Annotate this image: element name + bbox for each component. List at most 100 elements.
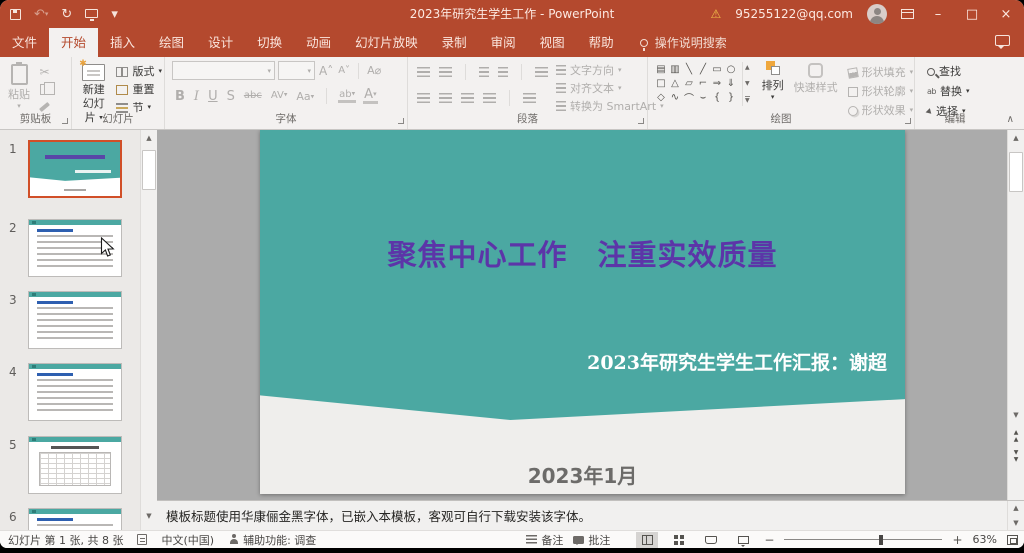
notes-scroll-down-icon[interactable]: ▼	[1008, 516, 1024, 531]
zoom-slider[interactable]	[784, 533, 942, 547]
editor-scroll-up-icon[interactable]: ▲	[1008, 130, 1024, 146]
reset-button[interactable]: 重置	[116, 82, 162, 97]
comments-toggle-button[interactable]: 批注	[573, 532, 610, 548]
thumbnail-scrollbar[interactable]: ▲ ▼	[140, 130, 157, 530]
next-slide-button[interactable]: ▼▼	[1008, 448, 1024, 466]
thumbnail-slide-4[interactable]	[28, 363, 122, 421]
align-right-icon[interactable]	[461, 93, 474, 104]
thumbnail-slide-5[interactable]	[28, 436, 122, 494]
tab-record[interactable]: 录制	[430, 28, 479, 57]
tab-view[interactable]: 视图	[528, 28, 577, 57]
font-size-combobox[interactable]: ▾	[278, 61, 315, 80]
font-dialog-launcher-icon[interactable]	[398, 118, 404, 124]
increase-font-size-icon[interactable]: A˄	[318, 65, 334, 77]
tab-slideshow[interactable]: 幻灯片放映	[343, 28, 430, 57]
zoom-slider-thumb[interactable]	[879, 535, 883, 545]
maximize-button[interactable]: □	[962, 7, 982, 22]
notes-pane[interactable]: 模板标题使用华康俪金黑字体，已嵌入本模板，客观可自行下载安装该字体。 ▲ ▼	[157, 500, 1024, 530]
tab-insert[interactable]: 插入	[98, 28, 147, 57]
current-slide[interactable]: 聚焦中心工作 注重实效质量 2023年研究生学生工作汇报：谢超 2023年1月	[260, 130, 905, 494]
numbering-icon[interactable]	[439, 67, 452, 78]
account-email[interactable]: 95255122@qq.com	[735, 7, 853, 21]
slide-counter[interactable]: 幻灯片 第 1 张, 共 8 张	[8, 532, 123, 548]
slide-date-text[interactable]: 2023年1月	[260, 460, 905, 489]
zoom-in-button[interactable]: +	[952, 533, 962, 547]
editor-scrollbar-thumb[interactable]	[1009, 152, 1023, 192]
italic-button[interactable]: I	[193, 90, 200, 103]
character-spacing-button[interactable]: AV▾	[270, 91, 289, 101]
text-shadow-button[interactable]: S	[226, 90, 236, 103]
fit-slide-to-window-icon[interactable]	[1007, 535, 1018, 545]
thumbnail-slide-1[interactable]	[28, 140, 122, 198]
justify-icon[interactable]	[483, 93, 496, 104]
clear-formatting-icon[interactable]: A⌀	[366, 65, 382, 76]
change-case-button[interactable]: Aa▾	[295, 91, 315, 102]
underline-button[interactable]: U	[207, 90, 219, 103]
editor-scrollbar[interactable]: ▲ ▼ ▲▲ ▼▼	[1007, 130, 1024, 500]
avatar[interactable]	[867, 4, 887, 24]
tab-file[interactable]: 文件	[0, 28, 49, 57]
shape-outline-button[interactable]: 形状轮廓▾	[848, 84, 914, 99]
zoom-level[interactable]: 63%	[973, 533, 997, 546]
ribbon-display-options-icon[interactable]	[901, 9, 914, 19]
paragraph-dialog-launcher-icon[interactable]	[638, 118, 644, 124]
tab-design[interactable]: 设计	[196, 28, 245, 57]
notes-toggle-button[interactable]: 备注	[526, 532, 563, 548]
thumb-scrollbar-thumb[interactable]	[142, 150, 156, 190]
tab-review[interactable]: 审阅	[479, 28, 528, 57]
quick-styles-button[interactable]: 快速样式	[794, 57, 838, 118]
slide-title-text[interactable]: 聚焦中心工作 注重实效质量	[260, 232, 905, 274]
layout-button[interactable]: 版式▾	[116, 64, 162, 79]
shape-gallery-scroll[interactable]: ▲ ▼ ▼	[742, 62, 752, 106]
warning-icon[interactable]: ⚠	[710, 7, 721, 21]
copy-icon[interactable]	[40, 84, 49, 95]
accessibility-status[interactable]: 辅助功能: 调查	[228, 532, 316, 548]
tab-home[interactable]: 开始	[49, 28, 98, 57]
bullets-icon[interactable]	[417, 67, 430, 78]
font-name-combobox[interactable]: ▾	[172, 61, 275, 80]
paste-button[interactable]: 粘贴 ▾	[8, 59, 30, 113]
align-center-icon[interactable]	[439, 93, 452, 104]
thumb-scroll-down-icon[interactable]: ▼	[141, 508, 157, 524]
line-spacing-icon[interactable]	[535, 67, 548, 78]
find-button[interactable]: 查找	[927, 64, 995, 79]
increase-indent-icon[interactable]	[498, 67, 508, 78]
notes-scroll-up-icon[interactable]: ▲	[1008, 501, 1024, 516]
align-left-icon[interactable]	[417, 93, 430, 104]
comments-panel-icon[interactable]	[995, 35, 1010, 46]
minimize-button[interactable]: –	[928, 7, 948, 22]
slideshow-view-button[interactable]	[732, 532, 754, 548]
clipboard-dialog-launcher-icon[interactable]	[62, 118, 68, 124]
tab-help[interactable]: 帮助	[577, 28, 626, 57]
slide-canvas[interactable]: 聚焦中心工作 注重实效质量 2023年研究生学生工作汇报：谢超 2023年1月	[157, 130, 1007, 500]
tab-draw[interactable]: 绘图	[147, 28, 196, 57]
font-color-button[interactable]: A▾	[363, 88, 377, 104]
columns-icon[interactable]	[523, 93, 536, 104]
close-button[interactable]: ×	[996, 7, 1016, 22]
slide-subtitle-text[interactable]: 2023年研究生学生工作汇报：谢超	[587, 348, 887, 375]
tab-transitions[interactable]: 切换	[245, 28, 294, 57]
strikethrough-button[interactable]: abc	[243, 91, 263, 101]
spellcheck-icon[interactable]	[137, 534, 147, 545]
previous-slide-button[interactable]: ▲▲	[1008, 428, 1024, 446]
zoom-out-button[interactable]: −	[764, 533, 774, 547]
thumb-scroll-up-icon[interactable]: ▲	[141, 130, 157, 146]
editor-scroll-down-icon[interactable]: ▼	[1008, 407, 1024, 423]
notes-text[interactable]: 模板标题使用华康俪金黑字体，已嵌入本模板，客观可自行下载安装该字体。	[157, 506, 591, 525]
collapse-ribbon-icon[interactable]: ∧	[1007, 114, 1014, 125]
shape-fill-button[interactable]: 形状填充▾	[848, 65, 914, 80]
bold-button[interactable]: B	[174, 90, 186, 103]
reading-view-button[interactable]	[700, 532, 722, 548]
normal-view-button[interactable]	[636, 532, 658, 548]
arrange-button[interactable]: 排列 ▾	[762, 61, 784, 118]
decrease-indent-icon[interactable]	[479, 67, 489, 78]
notes-scrollbar[interactable]: ▲ ▼	[1007, 501, 1024, 530]
decrease-font-size-icon[interactable]: A˅	[337, 66, 351, 76]
slide-sorter-view-button[interactable]	[668, 532, 690, 548]
language-status[interactable]: 中文(中国)	[161, 532, 214, 548]
shape-gallery[interactable]: ▤▥╲╱▭○ □△▱⌐⇒⇓ ◇∿⌒⌣{}	[654, 62, 738, 118]
replace-button[interactable]: ab 替换▾	[927, 84, 995, 99]
drawing-dialog-launcher-icon[interactable]	[905, 118, 911, 124]
thumbnail-slide-3[interactable]	[28, 291, 122, 349]
highlight-color-button[interactable]: ab▾	[338, 90, 356, 103]
